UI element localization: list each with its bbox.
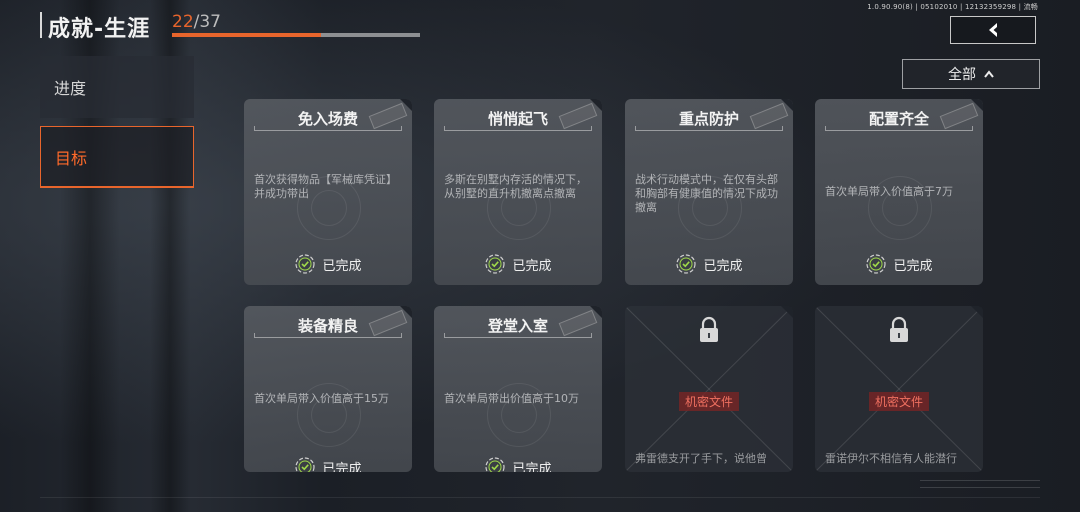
chevron-up-icon xyxy=(984,70,994,78)
check-target-icon xyxy=(295,254,316,274)
classified-badge: 机密文件 xyxy=(678,392,740,411)
card-title: 悄悄起飞 xyxy=(487,110,548,128)
completed-status: 已完成 xyxy=(434,253,602,275)
card-title: 登堂入室 xyxy=(487,317,548,335)
card-description: 战术行动模式中，在仅有头部和胸部有健康值的情况下成功撤离 xyxy=(635,173,778,214)
card-description: 多斯在别墅内存活的情况下，从别墅的直升机撤离点撤离 xyxy=(444,173,587,200)
card-title: 重点防护 xyxy=(678,110,739,128)
achievement-card[interactable]: 重点防护 战术行动模式中，在仅有头部和胸部有健康值的情况下成功撤离 已完成 xyxy=(625,99,793,285)
bottom-divider xyxy=(40,497,1040,498)
card-header: 登堂入室 xyxy=(444,316,592,338)
sidebar-item-progress[interactable]: 进度 xyxy=(40,56,194,118)
card-description: 首次单局带出价值高于10万 xyxy=(444,392,579,405)
achievement-count-total: /37 xyxy=(193,12,221,32)
check-target-icon xyxy=(295,457,316,472)
achievement-card[interactable]: 装备精良 首次单局带入价值高于15万 已完成 xyxy=(244,306,412,472)
check-target-icon xyxy=(676,254,697,274)
title-accent-bar xyxy=(40,12,42,38)
lock-icon xyxy=(700,316,718,342)
card-title: 配置齐全 xyxy=(868,110,929,128)
check-target-icon xyxy=(485,457,506,472)
achievement-progress-bar xyxy=(172,33,420,37)
completed-status: 已完成 xyxy=(244,456,412,472)
card-description: 首次获得物品【军械库凭证】并成功带出 xyxy=(254,173,397,200)
completed-status: 已完成 xyxy=(625,253,793,275)
completed-status: 已完成 xyxy=(815,253,983,275)
sidebar-item-label: 进度 xyxy=(54,79,87,98)
completed-status: 已完成 xyxy=(244,253,412,275)
locked-achievement-card[interactable]: 机密文件 弗雷德支开了手下，说他曾 xyxy=(625,306,793,472)
completed-label: 已完成 xyxy=(893,258,933,274)
completed-label: 已完成 xyxy=(322,258,362,274)
card-description: 雷诺伊尔不相信有人能潜行 xyxy=(825,452,957,465)
card-header: 配置齐全 xyxy=(825,109,973,131)
achievement-count: 22/37 xyxy=(172,12,221,32)
card-description: 弗雷德支开了手下，说他曾 xyxy=(635,452,767,465)
lock-icon xyxy=(890,316,908,342)
completed-status: 已完成 xyxy=(434,456,602,472)
classified-badge: 机密文件 xyxy=(868,392,930,411)
card-header: 装备精良 xyxy=(254,316,402,338)
completed-label: 已完成 xyxy=(703,258,743,274)
achievement-progress-fill xyxy=(172,33,321,37)
check-target-icon xyxy=(485,254,506,274)
achievement-card[interactable]: 配置齐全 首次单局带入价值高于7万 已完成 xyxy=(815,99,983,285)
version-info: 1.0.90.90(8) | 05102010 | 12132359298 | … xyxy=(867,3,1038,11)
card-title: 免入场费 xyxy=(297,110,358,128)
card-header: 免入场费 xyxy=(254,109,402,131)
card-description: 首次单局带入价值高于7万 xyxy=(825,185,953,198)
achievement-card[interactable]: 悄悄起飞 多斯在别墅内存活的情况下，从别墅的直升机撤离点撤离 已完成 xyxy=(434,99,602,285)
achievement-card[interactable]: 免入场费 首次获得物品【军械库凭证】并成功带出 已完成 xyxy=(244,99,412,285)
completed-label: 已完成 xyxy=(512,461,552,473)
achievement-count-current: 22 xyxy=(172,12,194,32)
filter-dropdown[interactable]: 全部 xyxy=(902,59,1040,89)
chevron-left-icon xyxy=(989,23,997,37)
completed-label: 已完成 xyxy=(322,461,362,473)
sidebar-item-label: 目标 xyxy=(55,148,88,168)
completed-label: 已完成 xyxy=(512,258,552,274)
back-button[interactable] xyxy=(950,16,1036,44)
card-header: 重点防护 xyxy=(635,109,783,131)
sidebar-item-goals[interactable]: 目标 xyxy=(40,126,194,188)
page-title: 成就-生涯 xyxy=(48,17,151,42)
check-target-icon xyxy=(866,254,887,274)
card-header: 悄悄起飞 xyxy=(444,109,592,131)
card-description: 首次单局带入价值高于15万 xyxy=(254,392,389,405)
locked-achievement-card[interactable]: 机密文件 雷诺伊尔不相信有人能潜行 xyxy=(815,306,983,472)
filter-label: 全部 xyxy=(948,67,976,83)
achievement-card[interactable]: 登堂入室 首次单局带出价值高于10万 已完成 xyxy=(434,306,602,472)
card-title: 装备精良 xyxy=(297,317,358,335)
